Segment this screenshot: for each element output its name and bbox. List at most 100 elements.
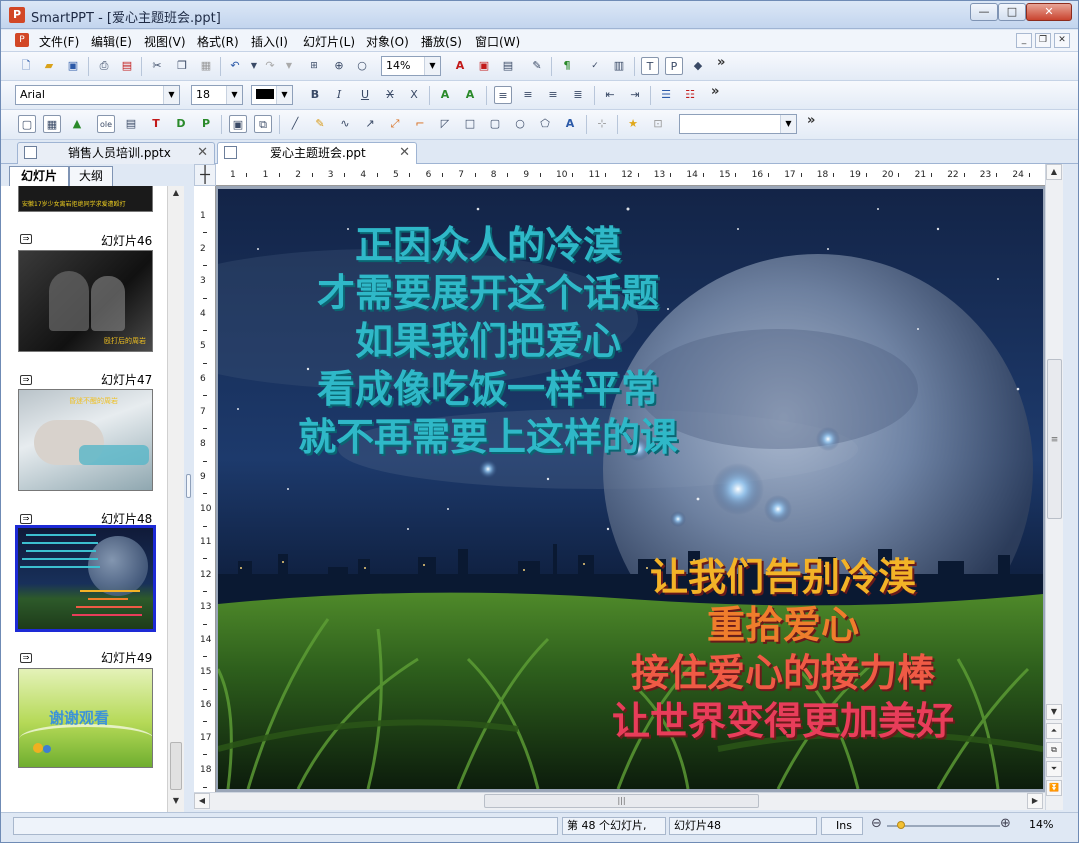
text-frame-icon[interactable]: A xyxy=(451,57,469,75)
select-frame-icon[interactable]: ▢ xyxy=(18,115,36,133)
delete-slide-icon[interactable]: ◆ xyxy=(689,57,707,75)
picture-icon[interactable]: ▲ xyxy=(68,115,86,133)
save-icon[interactable]: ▣ xyxy=(64,57,82,75)
align-objects-icon[interactable]: ⊹ xyxy=(593,115,611,133)
insert-field-icon[interactable]: ⊞ xyxy=(305,57,323,75)
slide-48[interactable]: 正因众人的冷漠 才需要展开这个话题 如果我们把爱心 看成像吃饭一样平常 就不再需… xyxy=(218,189,1043,789)
increase-indent-icon[interactable]: ⇥ xyxy=(626,86,644,104)
zoom-out-icon[interactable]: ⊖ xyxy=(871,816,882,831)
title-placeholder-icon[interactable]: T xyxy=(147,115,165,133)
footer-placeholder-icon[interactable]: P xyxy=(197,115,215,133)
slide-vertical-scrollbar[interactable]: ▲ ≡ ▼ ⏶ ⧉ ⏷ ⏬ xyxy=(1045,164,1063,810)
close-icon[interactable]: ✕ xyxy=(399,143,410,163)
pdf-icon[interactable]: ▤ xyxy=(118,57,136,75)
ruler-corner[interactable]: ┼ xyxy=(194,164,216,186)
paragraph-mark-icon[interactable]: ¶ xyxy=(558,57,576,75)
justify-icon[interactable]: ≣ xyxy=(569,86,587,104)
font-color-picker[interactable]: ▼ xyxy=(251,85,293,105)
bullets-icon[interactable]: ☰ xyxy=(657,86,675,104)
underline-icon[interactable]: U xyxy=(356,86,374,104)
menu-insert[interactable]: 插入(I) xyxy=(251,33,288,50)
previous-slide-icon[interactable]: ⏶ xyxy=(1046,723,1062,739)
chevron-down-icon[interactable]: ▼ xyxy=(276,86,292,104)
wordart-icon[interactable]: A xyxy=(561,115,579,133)
thumbnail-scrollbar[interactable]: ▲ ▼ xyxy=(167,186,184,812)
spellcheck-icon[interactable]: ✓ xyxy=(586,57,604,75)
rounded-rect-icon[interactable]: ▢ xyxy=(486,115,504,133)
chevron-down-icon[interactable]: ▼ xyxy=(226,86,242,104)
slide-thumb-49[interactable]: 谢谢观看 xyxy=(18,668,153,768)
font-name-combo[interactable]: Arial ▼ xyxy=(15,85,180,105)
slide-canvas[interactable]: 正因众人的冷漠 才需要展开这个话题 如果我们把爱心 看成像吃饭一样平常 就不再需… xyxy=(216,186,1045,792)
chevron-down-icon[interactable]: ▼ xyxy=(424,57,440,75)
menu-edit[interactable]: 编辑(E) xyxy=(91,33,132,50)
doc-tab-love-meeting[interactable]: 爱心主题班会.ppt ✕ xyxy=(217,142,417,164)
align-right-icon[interactable]: ≡ xyxy=(544,86,562,104)
redo-dropdown-icon[interactable]: ▼ xyxy=(280,57,298,75)
print-icon[interactable]: ⎙ xyxy=(95,57,113,75)
chevron-down-icon[interactable]: ▼ xyxy=(780,115,796,133)
slide-layout-icon[interactable]: P xyxy=(665,57,683,75)
pen-icon[interactable]: ✎ xyxy=(311,115,329,133)
menu-file[interactable]: 文件(F) xyxy=(39,33,79,50)
effects-icon[interactable]: ⊡ xyxy=(649,115,667,133)
new-icon[interactable]: 🗋 xyxy=(17,57,35,75)
slide-thumb-46[interactable]: 殴打后的周岩 xyxy=(18,250,153,352)
ole-icon[interactable]: ole xyxy=(97,115,115,133)
slide-thumb-47[interactable]: 昏迷不醒的周岩 xyxy=(18,389,153,491)
mdi-close-button[interactable]: ✕ xyxy=(1054,33,1070,48)
zoom-combo[interactable]: 14% ▼ xyxy=(381,56,441,76)
tab-slides[interactable]: 幻灯片 xyxy=(9,166,69,186)
slide-thumb-48[interactable] xyxy=(15,525,156,632)
new-slide-icon[interactable]: T xyxy=(641,57,659,75)
menu-format[interactable]: 格式(R) xyxy=(197,33,239,50)
zoom-in-icon[interactable]: ⊕ xyxy=(1000,816,1011,831)
strikethrough-icon[interactable]: X xyxy=(381,86,399,104)
shrink-font-icon[interactable]: A xyxy=(461,86,479,104)
freeform-icon[interactable]: ◸ xyxy=(436,115,454,133)
rectangle-icon[interactable]: □ xyxy=(461,115,479,133)
line-icon[interactable]: ╱ xyxy=(286,115,304,133)
scroll-thumb[interactable]: ≡ xyxy=(1047,359,1062,519)
curve-icon[interactable]: ∿ xyxy=(336,115,354,133)
menu-window[interactable]: 窗口(W) xyxy=(475,33,520,50)
close-icon[interactable]: ✕ xyxy=(197,143,208,163)
last-slide-icon[interactable]: ⏬ xyxy=(1046,780,1062,796)
minimize-button[interactable]: — xyxy=(970,3,998,21)
scroll-thumb[interactable]: ||| xyxy=(484,794,759,808)
open-icon[interactable]: ▰ xyxy=(40,57,58,75)
slide-lower-text[interactable]: 让我们告别冷漠 重拾爱心 接住爱心的接力棒 让世界变得更加美好 xyxy=(548,553,1018,745)
scroll-down-icon[interactable]: ▼ xyxy=(168,794,184,810)
ungroup-icon[interactable]: ⧉ xyxy=(254,115,272,133)
font-size-combo[interactable]: 18 ▼ xyxy=(191,85,243,105)
copy-icon[interactable]: ❐ xyxy=(173,57,191,75)
magnify-icon[interactable]: ○ xyxy=(353,57,371,75)
body-placeholder-icon[interactable]: D xyxy=(172,115,190,133)
shapes-icon[interactable]: ⬠ xyxy=(536,115,554,133)
undo-icon[interactable]: ↶ xyxy=(226,57,244,75)
menu-object[interactable]: 对象(O) xyxy=(366,33,409,50)
align-left-icon[interactable]: ≡ xyxy=(494,86,512,104)
scroll-up-icon[interactable]: ▲ xyxy=(168,186,184,202)
slide-view-icon[interactable]: ⧉ xyxy=(1046,742,1062,758)
image-frame-icon[interactable]: ▣ xyxy=(475,57,493,75)
shape-style-combo[interactable]: ▼ xyxy=(679,114,797,134)
slide-upper-text[interactable]: 正因众人的冷漠 才需要展开这个话题 如果我们把爱心 看成像吃饭一样平常 就不再需… xyxy=(278,221,698,461)
elbow-connector-icon[interactable]: ⌐ xyxy=(411,115,429,133)
zoom-slider[interactable] xyxy=(887,821,1000,829)
chart-icon[interactable]: ▥ xyxy=(610,57,628,75)
zoom-slider-knob[interactable] xyxy=(896,821,905,829)
scroll-down-icon[interactable]: ▼ xyxy=(1046,704,1062,720)
document-icon[interactable]: P xyxy=(15,33,29,47)
cut-icon[interactable]: ✂ xyxy=(148,57,166,75)
paste-icon[interactable]: ▦ xyxy=(197,57,215,75)
scroll-up-icon[interactable]: ▲ xyxy=(1046,164,1062,180)
arrow-icon[interactable]: ↗ xyxy=(361,115,379,133)
table-frame-icon[interactable]: ▤ xyxy=(499,57,517,75)
align-center-icon[interactable]: ≡ xyxy=(519,86,537,104)
grow-font-icon[interactable]: A xyxy=(436,86,454,104)
scroll-right-icon[interactable]: ▶ xyxy=(1027,793,1043,809)
close-button[interactable]: ✕ xyxy=(1026,3,1072,21)
tab-outline[interactable]: 大纲 xyxy=(69,166,113,186)
chevron-down-icon[interactable]: ▼ xyxy=(163,86,179,104)
